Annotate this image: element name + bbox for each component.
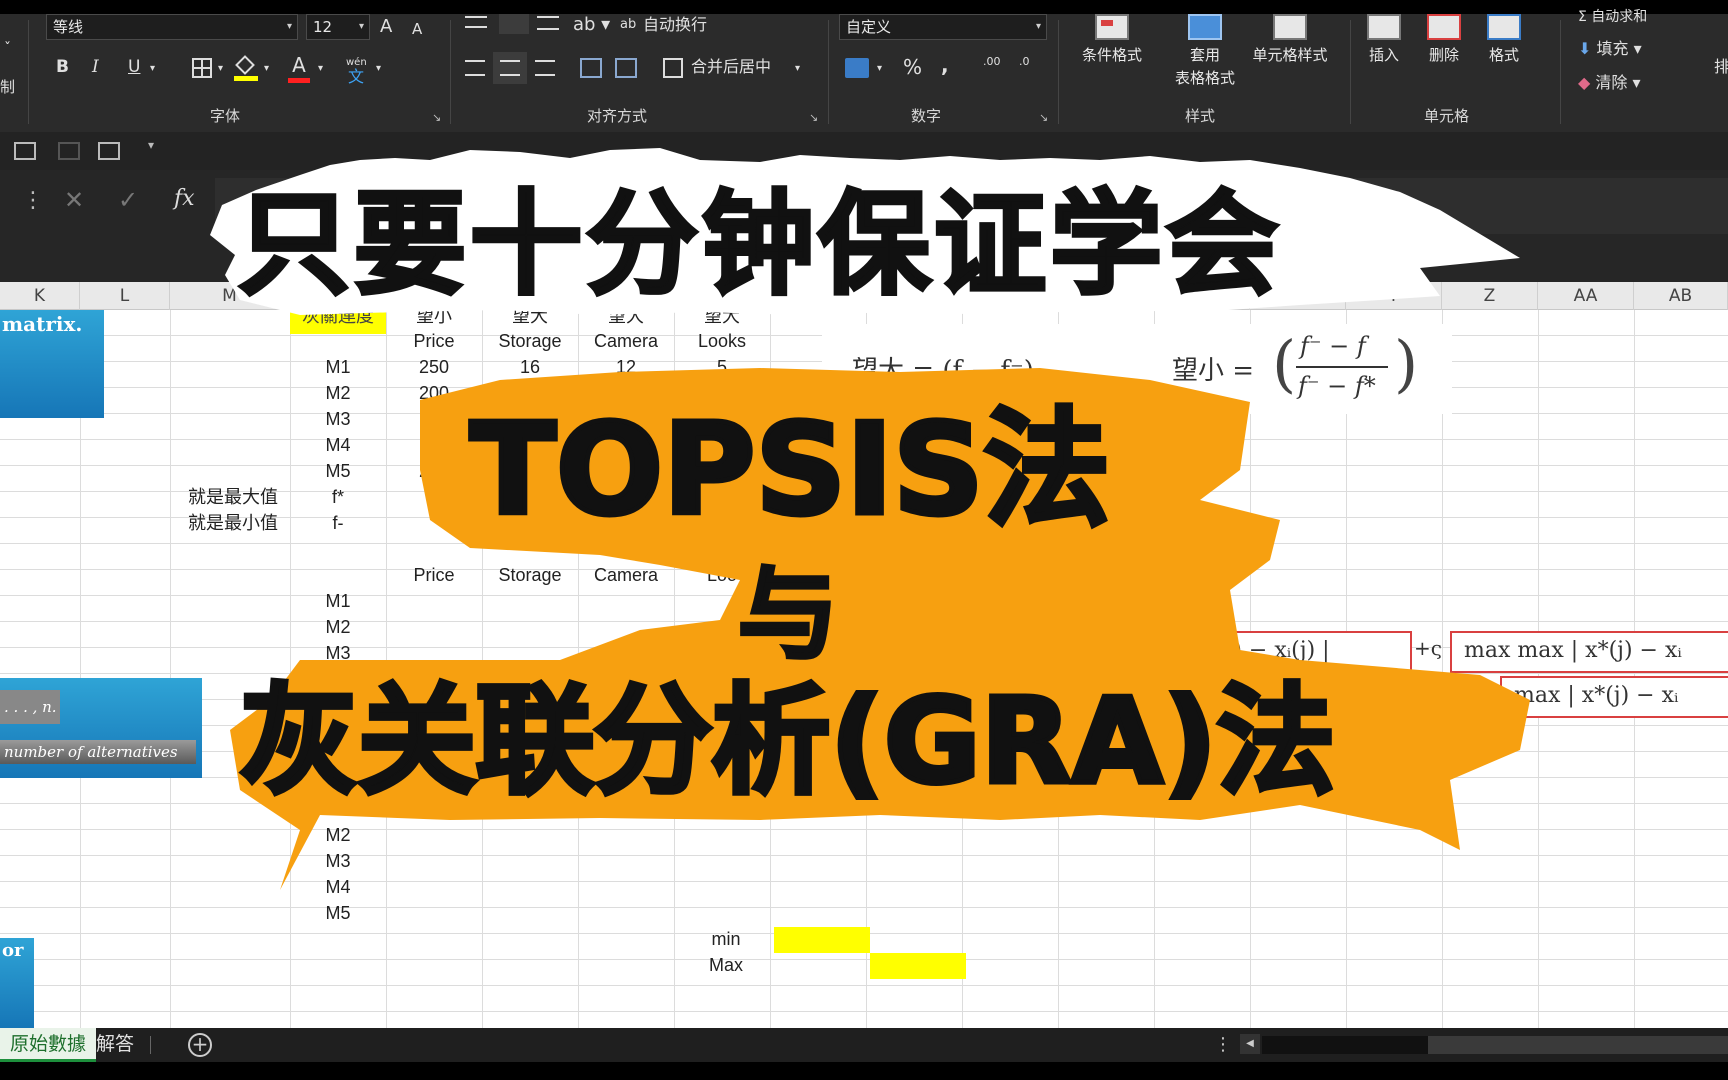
title-top: 只要十分钟保证学会 xyxy=(236,178,1282,312)
title-and: 与 xyxy=(736,556,840,673)
title-topsis: TOPSIS法 xyxy=(468,396,1113,543)
title-gra: 灰关联分析(GRA)法 xyxy=(238,672,1338,810)
